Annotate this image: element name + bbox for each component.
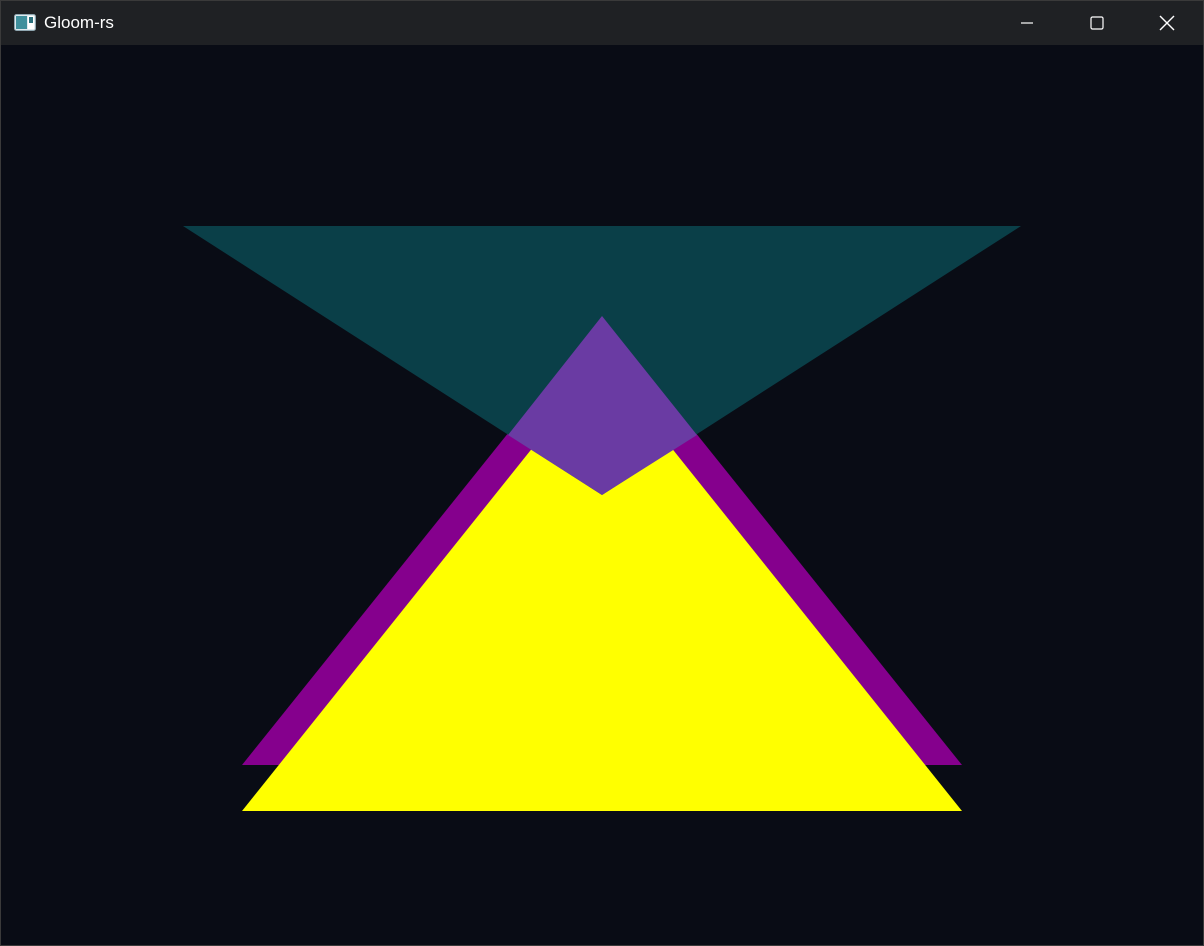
- render-canvas[interactable]: [1, 45, 1203, 945]
- minimize-icon: [1021, 22, 1033, 24]
- app-window: Gloom-rs: [0, 0, 1204, 946]
- window-title: Gloom-rs: [44, 13, 114, 32]
- close-button[interactable]: [1132, 1, 1202, 45]
- title-bar[interactable]: Gloom-rs: [1, 1, 1203, 45]
- maximize-icon: [1090, 16, 1104, 30]
- maximize-button[interactable]: [1062, 1, 1132, 45]
- minimize-button[interactable]: [992, 1, 1062, 45]
- close-icon: [1159, 15, 1175, 31]
- app-window-icon: [14, 14, 36, 31]
